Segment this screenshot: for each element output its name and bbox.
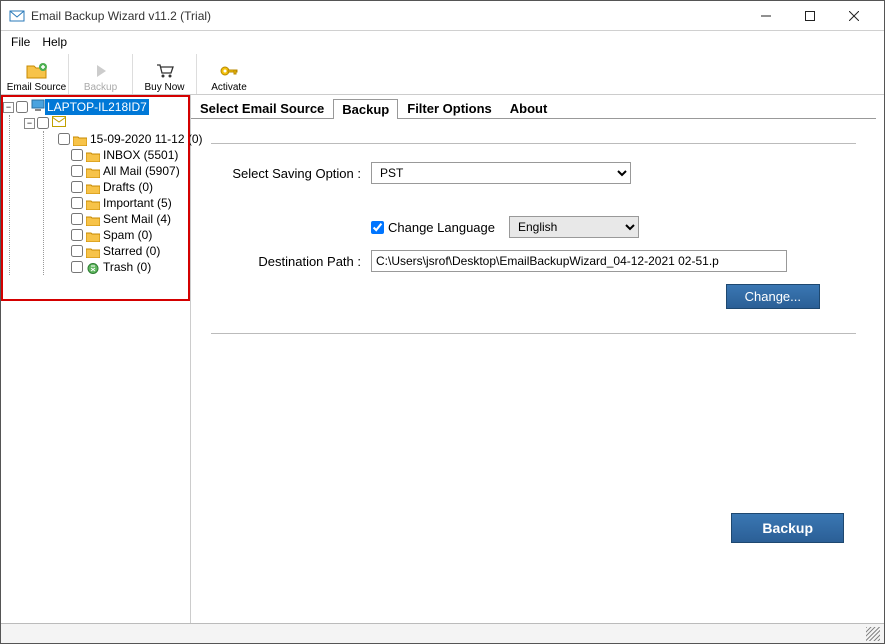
tab-select-source[interactable]: Select Email Source bbox=[191, 98, 333, 118]
tabbar: Select Email Source Backup Filter Option… bbox=[191, 97, 876, 119]
folder-checkbox[interactable] bbox=[71, 213, 83, 225]
folder-checkbox[interactable] bbox=[58, 133, 70, 145]
divider bbox=[211, 143, 856, 144]
language-row: Change Language English bbox=[211, 216, 856, 238]
folder-checkbox[interactable] bbox=[71, 197, 83, 209]
destination-path-input[interactable] bbox=[371, 250, 787, 272]
close-button[interactable] bbox=[832, 2, 876, 30]
folder-icon bbox=[86, 182, 100, 193]
tree-folder[interactable]: Spam (0) bbox=[58, 227, 188, 243]
change-button-row: Change... bbox=[211, 284, 856, 309]
toolbar-email-source-label: Email Source bbox=[7, 82, 66, 93]
play-icon bbox=[94, 60, 108, 82]
cart-icon bbox=[155, 60, 175, 82]
folder-checkbox[interactable] bbox=[71, 245, 83, 257]
toolbar: Email Source Backup Buy Now Activate bbox=[1, 53, 884, 95]
tab-about[interactable]: About bbox=[501, 98, 557, 118]
destination-row: Destination Path : bbox=[211, 250, 856, 272]
tab-filter-options[interactable]: Filter Options bbox=[398, 98, 501, 118]
menu-file[interactable]: File bbox=[11, 35, 30, 49]
mail-icon bbox=[52, 115, 66, 131]
trash-icon bbox=[86, 262, 100, 273]
toolbar-email-source[interactable]: Email Source bbox=[5, 54, 69, 94]
folder-label: All Mail (5907) bbox=[103, 163, 180, 179]
toolbar-activate[interactable]: Activate bbox=[197, 54, 261, 94]
content-area: Select Email Source Backup Filter Option… bbox=[191, 95, 884, 623]
folder-checkbox[interactable] bbox=[71, 149, 83, 161]
tree-root[interactable]: − LAPTOP-IL218ID7 bbox=[3, 99, 188, 115]
tree-root-label: LAPTOP-IL218ID7 bbox=[45, 99, 149, 115]
folder-label: Important (5) bbox=[103, 195, 172, 211]
menubar: File Help bbox=[1, 31, 884, 53]
change-language-checkbox[interactable] bbox=[371, 221, 384, 234]
folder-label: Drafts (0) bbox=[103, 179, 153, 195]
folder-checkbox[interactable] bbox=[71, 261, 83, 273]
saving-option-select[interactable]: PST bbox=[371, 162, 631, 184]
toolbar-backup-label: Backup bbox=[84, 82, 117, 93]
toolbar-buy-now[interactable]: Buy Now bbox=[133, 54, 197, 94]
backup-button-row: Backup bbox=[731, 513, 844, 543]
folder-icon bbox=[86, 166, 100, 177]
titlebar: Email Backup Wizard v11.2 (Trial) bbox=[1, 1, 884, 31]
maximize-button[interactable] bbox=[788, 2, 832, 30]
tree-account-checkbox[interactable] bbox=[37, 117, 49, 129]
tab-backup[interactable]: Backup bbox=[333, 99, 398, 119]
folder-icon bbox=[86, 230, 100, 241]
tree-folder[interactable]: INBOX (5501) bbox=[58, 147, 188, 163]
folder-icon bbox=[73, 134, 87, 145]
tree-folder[interactable]: Drafts (0) bbox=[58, 179, 188, 195]
tree-folder[interactable]: Trash (0) bbox=[58, 259, 188, 275]
window-title: Email Backup Wizard v11.2 (Trial) bbox=[31, 9, 744, 23]
folder-icon bbox=[86, 150, 100, 161]
folder-tree: − LAPTOP-IL218ID7 − 15-09-2020 11-12 (0)… bbox=[1, 95, 190, 279]
tree-root-checkbox[interactable] bbox=[16, 101, 28, 113]
toolbar-buy-now-label: Buy Now bbox=[144, 82, 184, 93]
folder-label: 15-09-2020 11-12 (0) bbox=[90, 131, 203, 147]
key-icon bbox=[219, 60, 239, 82]
folder-label: INBOX (5501) bbox=[103, 147, 178, 163]
folder-icon bbox=[86, 214, 100, 225]
folder-label: Trash (0) bbox=[103, 259, 151, 275]
language-select[interactable]: English bbox=[509, 216, 639, 238]
folder-plus-icon bbox=[26, 60, 48, 82]
toolbar-backup[interactable]: Backup bbox=[69, 54, 133, 94]
folder-tree-pane: − LAPTOP-IL218ID7 − 15-09-2020 11-12 (0)… bbox=[1, 95, 191, 623]
tree-folder[interactable]: Sent Mail (4) bbox=[58, 211, 188, 227]
divider bbox=[211, 333, 856, 334]
tree-folder[interactable]: Important (5) bbox=[58, 195, 188, 211]
folder-checkbox[interactable] bbox=[71, 229, 83, 241]
change-language-checkbox-label[interactable]: Change Language bbox=[371, 220, 495, 235]
tree-folder[interactable]: Starred (0) bbox=[58, 243, 188, 259]
folder-icon bbox=[86, 246, 100, 257]
folder-checkbox[interactable] bbox=[71, 181, 83, 193]
saving-option-row: Select Saving Option : PST bbox=[211, 162, 856, 184]
folder-icon bbox=[86, 198, 100, 209]
statusbar bbox=[1, 623, 884, 643]
tree-folder[interactable]: 15-09-2020 11-12 (0) bbox=[58, 131, 188, 147]
backup-button[interactable]: Backup bbox=[731, 513, 844, 543]
tree-folder[interactable]: All Mail (5907) bbox=[58, 163, 188, 179]
destination-label: Destination Path : bbox=[211, 254, 371, 269]
tree-folders: 15-09-2020 11-12 (0) INBOX (5501) All Ma… bbox=[43, 131, 188, 275]
collapse-icon[interactable]: − bbox=[24, 118, 35, 129]
collapse-icon[interactable]: − bbox=[3, 102, 14, 113]
folder-label: Sent Mail (4) bbox=[103, 211, 171, 227]
change-language-label: Change Language bbox=[388, 220, 495, 235]
main: − LAPTOP-IL218ID7 − 15-09-2020 11-12 (0)… bbox=[1, 95, 884, 623]
tree-account[interactable]: − bbox=[24, 115, 188, 131]
resize-grip-icon[interactable] bbox=[866, 627, 880, 641]
app-icon bbox=[9, 8, 25, 24]
menu-help[interactable]: Help bbox=[42, 35, 67, 49]
computer-icon bbox=[31, 99, 45, 115]
backup-panel: Select Saving Option : PST Change Langua… bbox=[191, 119, 876, 334]
folder-label: Spam (0) bbox=[103, 227, 152, 243]
minimize-button[interactable] bbox=[744, 2, 788, 30]
saving-option-label: Select Saving Option : bbox=[211, 166, 371, 181]
folder-checkbox[interactable] bbox=[71, 165, 83, 177]
folder-label: Starred (0) bbox=[103, 243, 160, 259]
toolbar-activate-label: Activate bbox=[211, 82, 247, 93]
change-button[interactable]: Change... bbox=[726, 284, 820, 309]
